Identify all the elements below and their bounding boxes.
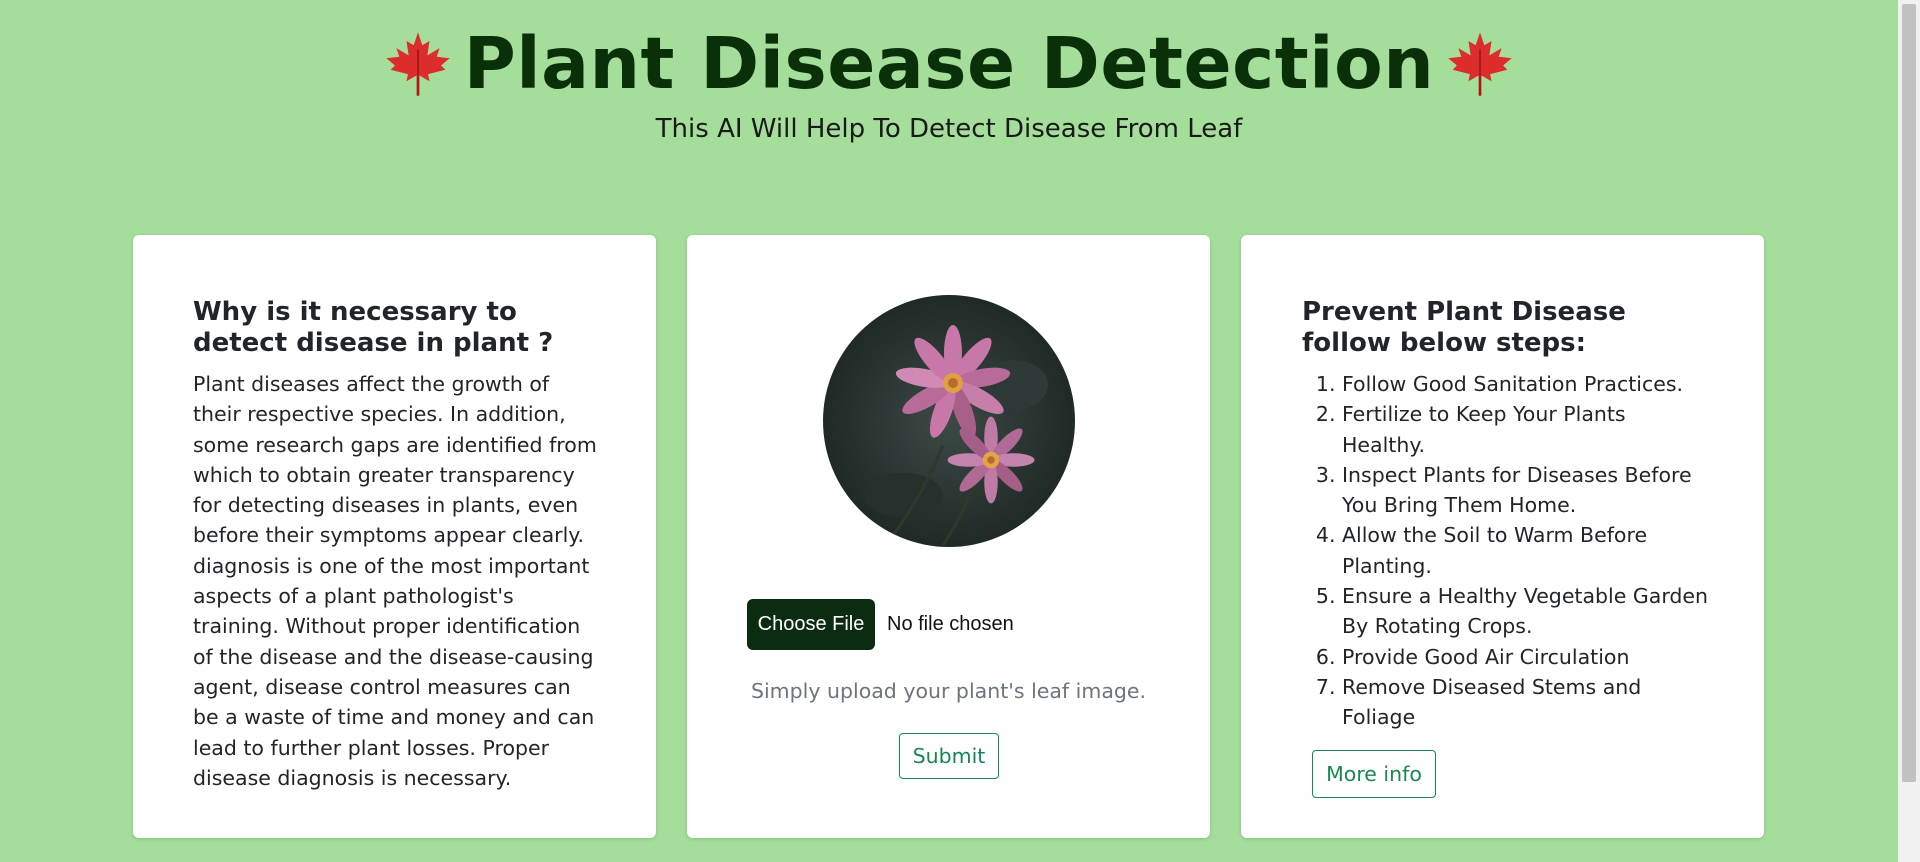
upload-help-text: Simply upload your plant's leaf image. — [750, 679, 1147, 703]
title-row: Plant Disease Detection — [0, 22, 1898, 106]
file-status: No file chosen — [887, 612, 1014, 635]
choose-file-button[interactable]: Choose File — [747, 598, 875, 650]
list-item: Remove Diseased Stems and Foliage — [1342, 672, 1708, 733]
list-item: Provide Good Air Circulation — [1342, 642, 1708, 672]
submit-button[interactable]: Submit — [899, 733, 999, 779]
list-item: Fertilize to Keep Your Plants Healthy. — [1342, 399, 1708, 460]
why-detect-heading: Why is it necessary to detect disease in… — [193, 297, 554, 358]
list-item: Allow the Soil to Warm Before Planting. — [1342, 520, 1708, 581]
pink-flower-image — [823, 295, 1075, 547]
maple-leaf-icon — [386, 32, 450, 96]
list-item: Ensure a Healthy Vegetable Garden By Rot… — [1342, 581, 1708, 642]
page-subtitle: This AI Will Help To Detect Disease From… — [655, 114, 1243, 144]
prevent-steps-list: Follow Good Sanitation Practices. Fertil… — [1302, 369, 1708, 733]
list-item: Inspect Plants for Diseases Before You B… — [1342, 460, 1708, 521]
maple-leaf-icon — [1448, 32, 1512, 96]
more-info-button[interactable]: More info — [1312, 749, 1436, 798]
upload-card: Choose File No file chosen Simply upload… — [687, 235, 1210, 838]
file-input[interactable]: Choose File No file chosen — [747, 598, 1014, 650]
prevent-disease-card: Prevent Plant Disease follow below steps… — [1241, 235, 1764, 838]
page-header: Plant Disease Detection This AI Will Hel… — [0, 0, 1898, 144]
list-item: Follow Good Sanitation Practices. — [1342, 369, 1708, 399]
why-detect-body: Plant diseases affect the growth of thei… — [193, 372, 597, 790]
scrollbar-thumb[interactable] — [1902, 4, 1916, 782]
prevent-heading: Prevent Plant Disease follow below steps… — [1302, 297, 1626, 358]
vertical-scrollbar[interactable] — [1898, 0, 1920, 862]
why-detect-card: Why is it necessary to detect disease in… — [133, 235, 656, 838]
page-title: Plant Disease Detection — [463, 22, 1435, 105]
